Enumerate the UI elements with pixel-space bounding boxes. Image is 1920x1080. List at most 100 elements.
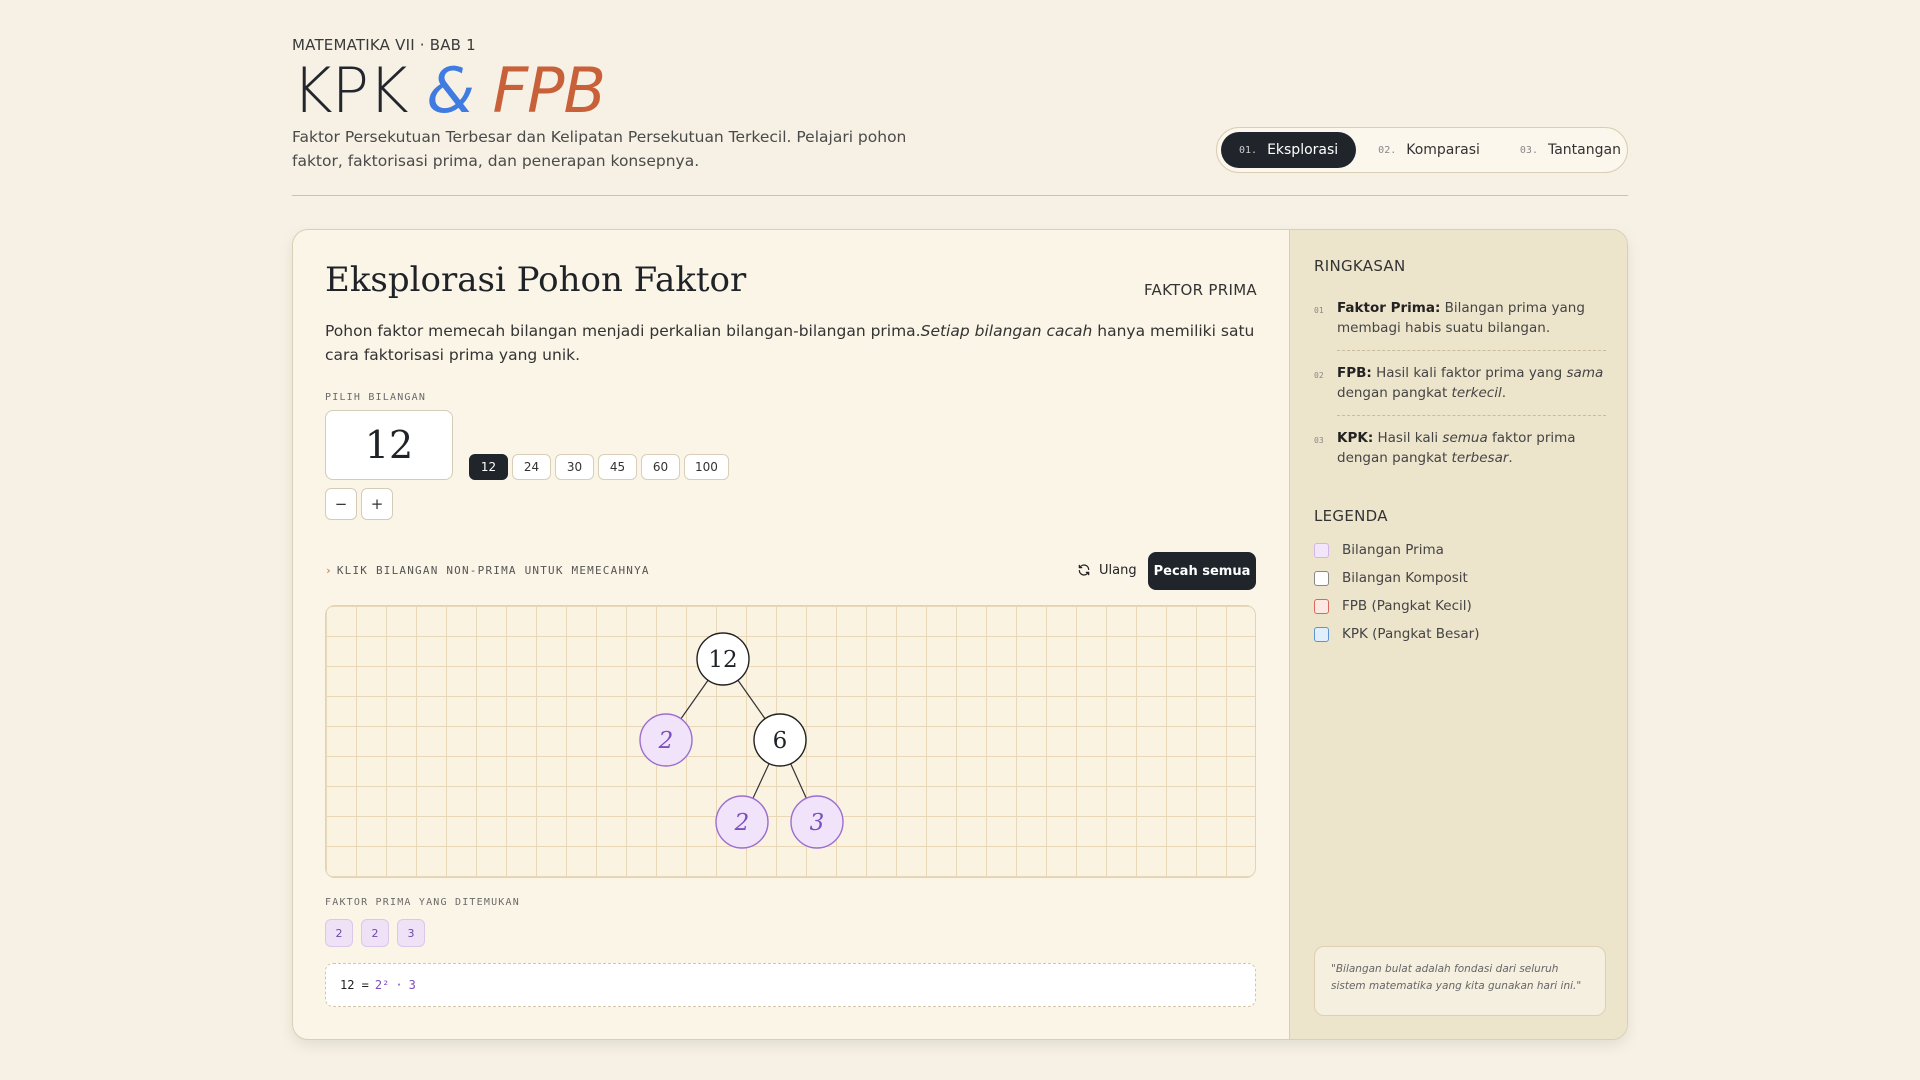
node-label: 2	[734, 810, 750, 836]
legend-swatch	[1314, 626, 1329, 642]
section-description: Pohon faktor memecah bilangan menjadi pe…	[325, 319, 1255, 367]
tab-number: 02.	[1378, 144, 1397, 156]
node-label: 3	[810, 810, 825, 836]
legend-item-prime: Bilangan Prima	[1314, 542, 1444, 558]
node-label: 2	[658, 728, 674, 754]
desc-part: Pohon faktor memecah bilangan menjadi pe…	[325, 322, 921, 340]
formula-lhs: 12 =	[340, 978, 369, 992]
preset-chips: 12 24 30 45 60 100	[469, 454, 729, 480]
header-divider	[292, 195, 1628, 196]
item-text: dengan pangkat	[1337, 385, 1452, 401]
tab-label: Eksplorasi	[1267, 142, 1339, 158]
pick-number-label: PILIH BILANGAN	[325, 392, 427, 403]
item-number: 01	[1314, 306, 1324, 315]
title-fpb: FPB	[473, 54, 606, 127]
prime-factor-chip: 2	[325, 919, 353, 947]
tree-edge	[790, 763, 807, 799]
chevron-right-icon: ›	[325, 564, 333, 577]
legend-swatch	[1314, 542, 1329, 558]
legend-label: Bilangan Prima	[1342, 542, 1444, 558]
number-input[interactable]: 12	[325, 410, 453, 480]
item-text: .	[1501, 385, 1507, 401]
legend-swatch	[1314, 598, 1329, 614]
prime-node: 2	[639, 713, 693, 767]
composite-node[interactable]: 6	[753, 713, 807, 767]
tree-edge	[752, 763, 770, 799]
legend-item-composite: Bilangan Komposit	[1314, 570, 1468, 586]
quote-box: "Bilangan bulat adalah fondasi dari selu…	[1314, 946, 1606, 1016]
tab-label: Komparasi	[1406, 142, 1480, 158]
tab-komparasi[interactable]: 02. Komparasi	[1360, 132, 1498, 168]
legend-label: Bilangan Komposit	[1342, 570, 1468, 586]
item-text: Hasil kali	[1373, 430, 1443, 446]
title-kpk: KPK	[292, 54, 427, 127]
formula-prime: 3	[408, 978, 416, 992]
prime-node: 2	[715, 795, 769, 849]
item-text: .	[1508, 450, 1513, 466]
formula-dot: ·	[395, 978, 403, 992]
section-title: Eksplorasi Pohon Faktor	[325, 260, 747, 300]
tree-edge	[737, 679, 766, 720]
formula-power: 2²	[374, 978, 390, 992]
preset-chip[interactable]: 24	[512, 454, 551, 480]
tab-eksplorasi[interactable]: 01. Eksplorasi	[1221, 132, 1357, 168]
node-label: 6	[773, 728, 788, 754]
summary-divider	[1337, 350, 1606, 351]
section-tag: FAKTOR PRIMA	[1143, 281, 1257, 299]
prime-factor-chip: 3	[397, 919, 425, 947]
legend-label: FPB (Pangkat Kecil)	[1342, 598, 1472, 614]
item-text: Hasil kali faktor prima yang	[1371, 365, 1567, 381]
refresh-icon	[1078, 564, 1090, 576]
summary-title: RINGKASAN	[1314, 257, 1406, 275]
increment-button[interactable]: +	[361, 488, 393, 520]
item-emphasis: terkecil	[1451, 385, 1502, 401]
found-primes-label: FAKTOR PRIMA YANG DITEMUKAN	[325, 897, 520, 908]
tab-tantangan[interactable]: 03. Tantangan	[1502, 132, 1639, 168]
page-title: KPK & FPB	[292, 52, 606, 130]
legend-title: LEGENDA	[1314, 507, 1388, 525]
prime-factor-chip: 2	[361, 919, 389, 947]
preset-chip[interactable]: 45	[598, 454, 637, 480]
item-emphasis: sama	[1566, 365, 1604, 381]
preset-chip[interactable]: 60	[641, 454, 680, 480]
item-term: Faktor Prima:	[1337, 300, 1441, 316]
reset-button[interactable]: Ulang	[1067, 552, 1147, 588]
reset-label: Ulang	[1099, 562, 1137, 578]
tab-label: Tantangan	[1547, 142, 1621, 158]
composite-node[interactable]: 12	[696, 632, 750, 686]
legend-item-kpk: KPK (Pangkat Besar)	[1314, 626, 1479, 642]
split-all-button[interactable]: Pecah semua	[1148, 552, 1256, 590]
item-term: FPB:	[1337, 365, 1372, 381]
page-subtitle: Faktor Persekutuan Terbesar dan Kelipata…	[292, 128, 907, 170]
tree-edge	[680, 679, 709, 720]
explorer-main: Eksplorasi Pohon Faktor FAKTOR PRIMA Poh…	[293, 230, 1289, 1039]
preset-chip[interactable]: 30	[555, 454, 594, 480]
preset-chip[interactable]: 100	[684, 454, 729, 480]
instruction-hint: › KLIK BILANGAN NON-PRIMA UNTUK MEMECAHNY…	[325, 564, 650, 577]
summary-divider	[1337, 415, 1606, 416]
section-tabs: 01. Eksplorasi 02. Komparasi 03. Tantang…	[1216, 127, 1628, 173]
item-emphasis: semua	[1442, 430, 1488, 446]
factorization-formula: 12 = 2² · 3	[325, 963, 1256, 1007]
item-number: 02	[1314, 371, 1324, 380]
item-emphasis: terbesar	[1451, 450, 1509, 466]
explorer-card: Eksplorasi Pohon Faktor FAKTOR PRIMA Poh…	[292, 229, 1628, 1040]
item-number: 03	[1314, 436, 1324, 445]
summary-item: 01 Faktor Prima: Bilangan prima yang mem…	[1314, 298, 1606, 338]
factor-tree-canvas: 12 2 6 2 3	[325, 605, 1256, 878]
preset-chip[interactable]: 12	[469, 454, 508, 480]
summary-item: 03 KPK: Hasil kali semua faktor prima de…	[1314, 428, 1606, 468]
factor-tree: 12 2 6 2 3	[639, 632, 844, 849]
decrement-button[interactable]: −	[325, 488, 357, 520]
legend-label: KPK (Pangkat Besar)	[1342, 626, 1480, 642]
item-term: KPK:	[1337, 430, 1374, 446]
desc-emphasis: Setiap bilangan cacah	[920, 322, 1093, 340]
found-primes-list: 2 2 3	[325, 919, 425, 947]
title-ampersand: &	[426, 54, 474, 127]
hint-text: KLIK BILANGAN NON-PRIMA UNTUK MEMECAHNYA	[336, 564, 650, 577]
legend-swatch	[1314, 570, 1329, 586]
prime-node: 3	[790, 795, 844, 849]
node-label: 12	[708, 647, 737, 673]
summary-item: 02 FPB: Hasil kali faktor prima yang sam…	[1314, 363, 1606, 403]
tab-number: 03.	[1519, 144, 1538, 156]
